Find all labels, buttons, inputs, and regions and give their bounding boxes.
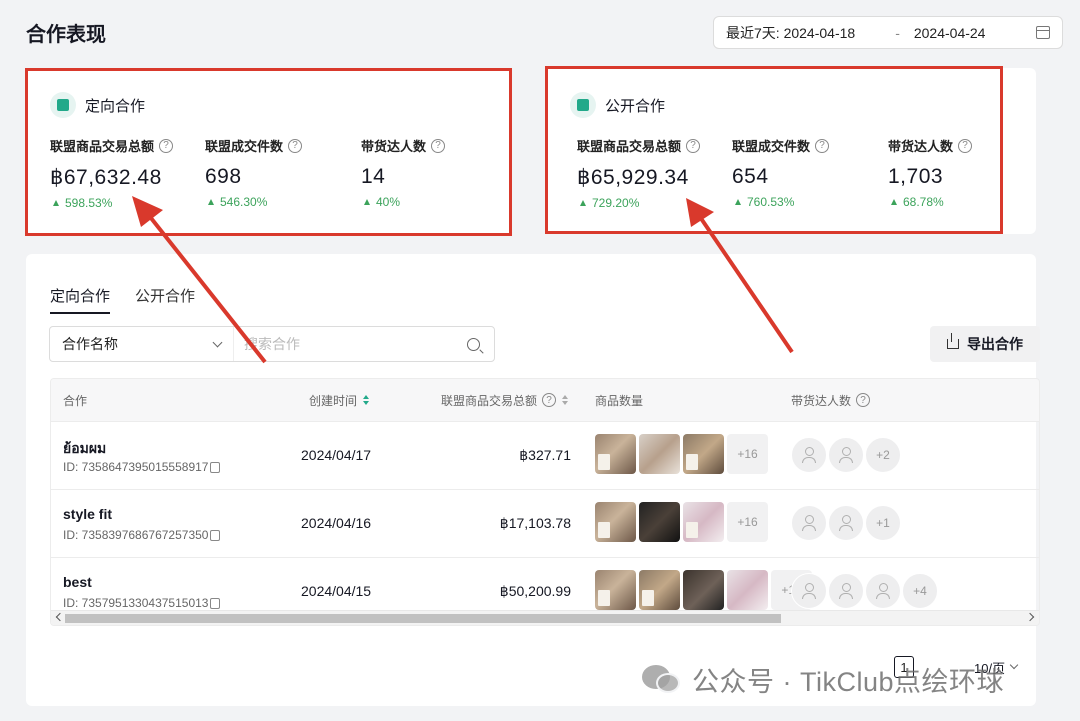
col-gmv-label: 联盟商品交易总额: [441, 393, 538, 408]
product-thumbnail[interactable]: [683, 434, 724, 474]
created-date: 2024/04/15: [301, 583, 372, 599]
gmv-amount: ฿327.71: [519, 447, 571, 463]
cooperation-name[interactable]: best: [63, 574, 92, 590]
product-thumbnail[interactable]: [727, 570, 768, 610]
avatar[interactable]: [791, 437, 827, 473]
search-bar: 合作名称 搜索合作: [49, 326, 495, 362]
watermark: 公众号 · TikClub点绘环球: [642, 660, 1004, 699]
product-thumbnail[interactable]: [595, 502, 636, 542]
tab-open[interactable]: 公开合作: [135, 285, 195, 314]
creator-avatars: +2: [791, 437, 902, 473]
page-title: 合作表现: [26, 24, 106, 46]
copy-icon[interactable]: [210, 529, 221, 541]
product-thumbnails: +16: [595, 570, 812, 610]
col-gmv[interactable]: 联盟商品交易总额?: [441, 392, 569, 409]
avatar[interactable]: [828, 573, 864, 609]
avatar[interactable]: [865, 573, 901, 609]
cooperation-id: ID: 7357951330437515013: [63, 596, 221, 610]
tab-bar: 定向合作 公开合作: [50, 285, 220, 314]
table-row[interactable]: ย้อมผม ID: 7358647395015558917 2024/04/1…: [51, 421, 1039, 489]
wechat-icon: [642, 663, 682, 697]
product-thumbnail[interactable]: [639, 570, 680, 610]
col-creators: 带货达人数?: [791, 392, 871, 409]
cooperation-name[interactable]: ย้อมผม: [63, 438, 106, 460]
product-thumbnail[interactable]: [639, 502, 680, 542]
col-products: 商品数量: [595, 393, 644, 408]
product-thumbnail[interactable]: [683, 502, 724, 542]
tab-directed[interactable]: 定向合作: [50, 285, 111, 314]
product-thumbnail[interactable]: [683, 570, 724, 610]
scroll-right-icon[interactable]: [1025, 612, 1035, 622]
more-products-badge[interactable]: +16: [727, 502, 768, 542]
col-creators-label: 带货达人数: [791, 393, 852, 408]
download-icon: [947, 333, 959, 349]
copy-icon[interactable]: [210, 597, 221, 609]
date-range-start: 最近7天: 2024-04-18: [726, 24, 856, 41]
cooperation-id-text: ID: 7357951330437515013: [63, 596, 209, 610]
watermark-text: 公众号 · TikClub点绘环球: [692, 667, 1005, 697]
help-icon[interactable]: ?: [856, 393, 871, 407]
date-range-end: 2024-04-24: [913, 24, 986, 41]
more-creators-badge[interactable]: +2: [865, 437, 901, 473]
calendar-icon[interactable]: [1036, 26, 1050, 39]
created-date: 2024/04/16: [301, 515, 372, 531]
more-creators-badge[interactable]: +1: [865, 505, 901, 541]
product-thumbnail[interactable]: [639, 434, 680, 474]
search-input[interactable]: 搜索合作: [234, 334, 467, 354]
cooperation-id-text: ID: 7358647395015558917: [63, 460, 209, 474]
help-icon[interactable]: ?: [542, 393, 557, 407]
product-thumbnails: +16: [595, 502, 768, 542]
table-header: 合作 创建时间 联盟商品交易总额? 商品数量 带货达人数?: [51, 379, 1039, 421]
avatar[interactable]: [791, 505, 827, 541]
created-date: 2024/04/17: [301, 447, 372, 463]
cooperation-id: ID: 7358647395015558917: [63, 460, 221, 474]
sort-icon[interactable]: [363, 395, 370, 405]
search-field-select[interactable]: 合作名称: [50, 327, 234, 361]
creator-avatars: +4: [791, 573, 939, 609]
search-field-value: 合作名称: [62, 336, 118, 352]
scroll-left-icon[interactable]: [55, 612, 65, 622]
cooperation-id-text: ID: 7358397686767257350: [63, 528, 209, 542]
product-thumbnail[interactable]: [595, 570, 636, 610]
annotation-box: [545, 66, 1003, 234]
gmv-amount: ฿17,103.78: [499, 515, 571, 531]
avatar[interactable]: [828, 437, 864, 473]
cooperation-list-panel: 定向合作 公开合作 合作名称 搜索合作 导出合作 合作 创建时间 联盟商品交易总…: [26, 254, 1040, 706]
copy-icon[interactable]: [210, 461, 221, 473]
more-creators-badge[interactable]: +4: [902, 573, 938, 609]
export-label: 导出合作: [967, 336, 1023, 352]
col-created[interactable]: 创建时间: [309, 392, 370, 409]
date-range-picker[interactable]: 最近7天: 2024-04-18 - 2024-04-24: [713, 16, 1063, 49]
cooperation-name[interactable]: style fit: [63, 506, 112, 522]
cooperation-table: 合作 创建时间 联盟商品交易总额? 商品数量 带货达人数? ย้อมผม ID:…: [50, 378, 1040, 626]
avatar[interactable]: [791, 573, 827, 609]
sort-icon[interactable]: [562, 395, 569, 405]
avatar[interactable]: [828, 505, 864, 541]
product-thumbnails: +16: [595, 434, 768, 474]
creator-avatars: +1: [791, 505, 902, 541]
date-range-separator: -: [895, 24, 900, 41]
annotation-box: [25, 68, 512, 236]
col-name: 合作: [63, 393, 88, 408]
table-row[interactable]: style fit ID: 7358397686767257350 2024/0…: [51, 489, 1039, 557]
more-products-badge[interactable]: +16: [727, 434, 768, 474]
search-icon[interactable]: [467, 337, 480, 351]
col-created-label: 创建时间: [309, 393, 358, 408]
chevron-down-icon: [1009, 660, 1019, 670]
chevron-down-icon: [212, 337, 223, 347]
gmv-amount: ฿50,200.99: [499, 583, 571, 599]
scrollbar-thumb[interactable]: [65, 614, 781, 623]
product-thumbnail[interactable]: [595, 434, 636, 474]
cooperation-id: ID: 7358397686767257350: [63, 528, 221, 542]
export-button[interactable]: 导出合作: [930, 326, 1040, 362]
horizontal-scrollbar[interactable]: [51, 610, 1039, 625]
